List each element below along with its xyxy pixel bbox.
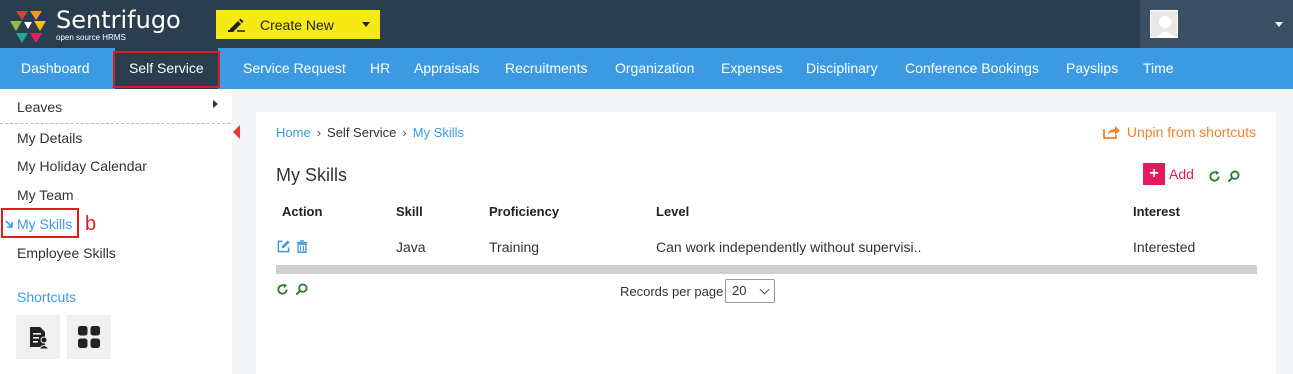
search-icon[interactable] (295, 283, 308, 296)
annotation-box-b (1, 208, 79, 238)
records-per-page-select[interactable]: 20 (725, 279, 775, 303)
shortcut-document-user[interactable] (16, 315, 60, 359)
app-logo[interactable]: Sentrifugo open source HRMS (8, 5, 208, 45)
unpin-icon (1102, 126, 1120, 139)
page-title: My Skills (276, 165, 347, 185)
avatar[interactable] (1150, 10, 1178, 38)
column-header-skill: Skill (396, 204, 423, 219)
add-label: Add (1169, 166, 1194, 182)
app-name: Sentrifugo (56, 6, 181, 34)
create-new-label: Create New (260, 16, 334, 33)
chevron-down-icon[interactable] (1275, 22, 1283, 27)
user-icon (1151, 11, 1177, 37)
user-menu[interactable] (1140, 0, 1293, 48)
sidebar-item-my-details[interactable]: My Details (17, 130, 82, 146)
chevron-down-icon (362, 22, 370, 27)
grid-icon (78, 326, 100, 348)
nav-item-payslips[interactable]: Payslips (1066, 48, 1118, 89)
nav-item-organization[interactable]: Organization (615, 48, 694, 89)
unpin-label: Unpin from shortcuts (1126, 124, 1256, 140)
nav-item-appraisals[interactable]: Appraisals (414, 48, 479, 89)
cell-proficiency: Training (489, 239, 540, 255)
chevron-down-icon (759, 284, 770, 295)
cell-skill: Java (396, 239, 426, 255)
sidebar-item-my-team[interactable]: My Team (17, 187, 74, 203)
breadcrumb-home[interactable]: Home (276, 125, 311, 140)
content-panel: Home › Self Service › My Skills Unpin fr… (256, 112, 1276, 374)
shortcut-apps[interactable] (67, 315, 111, 359)
nav-item-hr[interactable]: HR (370, 48, 390, 89)
sidebar-item-employee-skills[interactable]: Employee Skills (17, 245, 116, 261)
breadcrumb-current[interactable]: My Skills (413, 125, 464, 140)
add-button[interactable]: + Add (1143, 163, 1194, 185)
unpin-shortcut-button[interactable]: Unpin from shortcuts (1102, 124, 1256, 140)
chevron-right-icon[interactable] (213, 100, 218, 108)
annotation-box-a (113, 51, 220, 88)
top-bar: Sentrifugo open source HRMS Create New (0, 0, 1293, 48)
records-per-page-label: Records per page (620, 284, 724, 299)
breadcrumb-self-service: Self Service (327, 125, 397, 140)
app-tagline: open source HRMS (56, 33, 126, 42)
shortcuts-heading: Shortcuts (17, 289, 77, 305)
search-icon[interactable] (1227, 170, 1240, 183)
nav-item-recruitments[interactable]: Recruitments (505, 48, 587, 89)
refresh-icon[interactable] (276, 283, 289, 296)
nav-item-service-request[interactable]: Service Request (243, 48, 346, 89)
nav-item-expenses[interactable]: Expenses (721, 48, 782, 89)
column-header-action: Action (282, 204, 323, 219)
document-user-icon (30, 327, 50, 349)
edit-icon[interactable] (277, 240, 290, 253)
nav-item-dashboard[interactable]: Dashboard (21, 48, 90, 89)
sidebar-item-leaves[interactable]: Leaves (17, 99, 62, 115)
breadcrumb: Home › Self Service › My Skills (276, 125, 464, 140)
cell-interest: Interested (1133, 239, 1196, 255)
collapse-sidebar-icon[interactable] (233, 125, 240, 139)
nav-item-conference-bookings[interactable]: Conference Bookings (905, 48, 1039, 89)
plus-icon: + (1143, 163, 1165, 185)
nav-item-time[interactable]: Time (1143, 48, 1174, 89)
nav-item-disciplinary[interactable]: Disciplinary (806, 48, 878, 89)
breadcrumb-separator: › (402, 125, 407, 140)
column-header-level: Level (656, 204, 690, 219)
delete-icon[interactable] (296, 240, 308, 253)
horizontal-scrollbar[interactable] (276, 265, 1257, 274)
breadcrumb-separator: › (316, 125, 322, 140)
create-new-button[interactable]: Create New (216, 10, 380, 39)
logo-icon (10, 11, 46, 43)
annotation-label-b: b (85, 213, 97, 235)
column-header-proficiency: Proficiency (489, 204, 560, 219)
cell-level: Can work independently without supervisi… (656, 239, 922, 255)
column-header-interest: Interest (1133, 204, 1180, 219)
records-per-page-value: 20 (732, 283, 747, 298)
sidebar-item-my-holiday-calendar[interactable]: My Holiday Calendar (17, 158, 147, 174)
divider (0, 123, 230, 124)
refresh-icon[interactable] (1208, 170, 1221, 183)
pen-icon (228, 18, 245, 32)
